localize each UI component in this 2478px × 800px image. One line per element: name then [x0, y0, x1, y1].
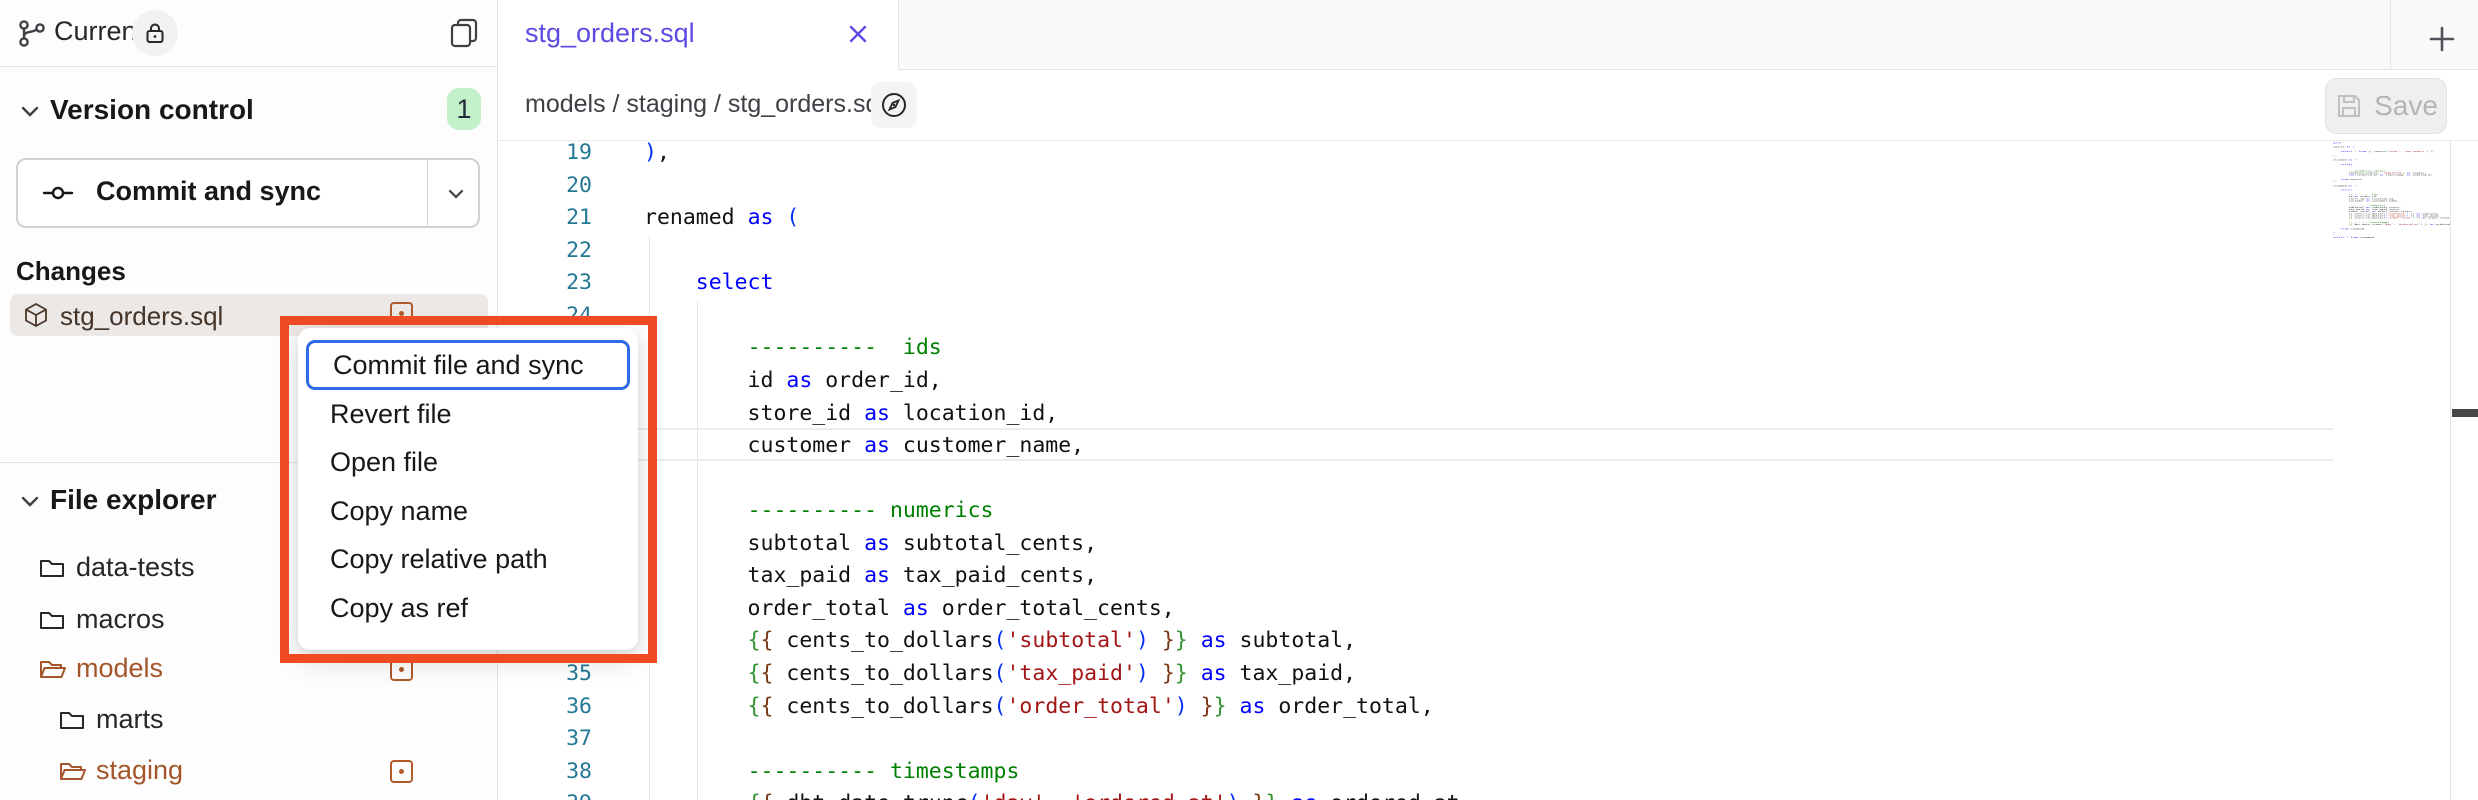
- code-line[interactable]: [644, 463, 1460, 496]
- modified-indicator-icon: [390, 302, 413, 325]
- code-line[interactable]: {{ dbt.date_trunc('day', 'ordered_at') }…: [644, 788, 1460, 800]
- menu-item-copy-name[interactable]: Copy name: [298, 487, 638, 536]
- commit-and-sync-label: Commit and sync: [96, 176, 321, 207]
- lock-icon: [143, 21, 167, 45]
- menu-item-revert-file[interactable]: Revert file: [298, 390, 638, 439]
- folder-icon: [58, 706, 86, 734]
- code-line[interactable]: ---------- timestamps: [644, 756, 1460, 789]
- explorer-item-models[interactable]: models: [0, 647, 497, 691]
- commit-options-chevron-icon[interactable]: [442, 182, 470, 206]
- explorer-item-staging[interactable]: staging: [0, 749, 497, 793]
- modified-indicator-icon: [390, 658, 413, 681]
- tab-title: stg_orders.sql: [525, 18, 695, 49]
- overview-ruler: [2450, 141, 2451, 800]
- code-line[interactable]: select: [644, 267, 1460, 300]
- model-cube-icon: [22, 301, 50, 329]
- explorer-item-label: data-tests: [76, 552, 195, 583]
- code-editor[interactable]: 1920212223242526272829303132333435363738…: [497, 141, 2478, 800]
- folder-icon: [38, 606, 66, 634]
- code-line[interactable]: [644, 235, 1460, 268]
- explorer-item-label: staging: [96, 755, 183, 786]
- overview-ruler-cursor-mark: [2452, 409, 2478, 417]
- code-line[interactable]: tax_paid as tax_paid_cents,: [644, 560, 1460, 593]
- code-line[interactable]: store_id as location_id,: [644, 398, 1460, 431]
- file-context-menu: Commit file and syncRevert fileOpen file…: [298, 328, 638, 650]
- code-line[interactable]: order_total as order_total_cents,: [644, 593, 1460, 626]
- save-button[interactable]: Save: [2325, 78, 2447, 134]
- save-icon: [2334, 91, 2364, 121]
- tab-bar-divider: [2390, 0, 2391, 70]
- file-explorer-title: File explorer: [50, 484, 217, 516]
- button-divider: [427, 160, 428, 226]
- branch-name[interactable]: Current: [54, 16, 144, 47]
- modified-indicator-icon: [390, 760, 413, 783]
- folder-open-icon: [58, 757, 86, 785]
- code-line[interactable]: ),: [644, 141, 1460, 170]
- code-content[interactable]: ), renamed as ( select ---------- ids id…: [644, 141, 1460, 800]
- folder-icon: [38, 554, 66, 582]
- commit-and-sync-button[interactable]: Commit and sync: [16, 158, 480, 228]
- branch-lock-badge: [132, 10, 178, 56]
- explorer-item-label: models: [76, 653, 163, 684]
- explorer-item-marts[interactable]: marts: [0, 698, 497, 742]
- code-line[interactable]: [644, 170, 1460, 203]
- save-label: Save: [2374, 90, 2438, 122]
- app-window: Current Version control 1: [0, 0, 2478, 800]
- commit-icon: [42, 178, 76, 208]
- git-branch-icon: [16, 17, 48, 49]
- code-line[interactable]: ---------- ids: [644, 332, 1460, 365]
- chevron-down-icon: [18, 99, 42, 123]
- menu-item-copy-relative-path[interactable]: Copy relative path: [298, 536, 638, 585]
- branch-bar: Current: [0, 0, 497, 67]
- code-line[interactable]: {{ cents_to_dollars('tax_paid') }} as ta…: [644, 658, 1460, 691]
- close-tab-icon[interactable]: [844, 20, 872, 48]
- lineage-button[interactable]: [871, 82, 917, 128]
- code-line[interactable]: {{ cents_to_dollars('order_total') }} as…: [644, 691, 1460, 724]
- explorer-item-label: macros: [76, 604, 165, 635]
- minimap[interactable]: with source as ( select * from {{ source…: [2333, 142, 2450, 622]
- changed-file-name: stg_orders.sql: [60, 301, 223, 332]
- breadcrumb: models / staging / stg_orders.sql: [525, 90, 885, 119]
- changes-count-badge: 1: [447, 88, 481, 130]
- menu-item-copy-as-ref[interactable]: Copy as ref: [298, 584, 638, 633]
- code-line[interactable]: customer as customer_name,: [644, 430, 1460, 463]
- code-line[interactable]: renamed as (: [644, 202, 1460, 235]
- changes-section-label: Changes: [16, 256, 126, 287]
- code-line[interactable]: [644, 300, 1460, 333]
- breadcrumb-bar: models / staging / stg_orders.sql Save: [497, 70, 2478, 141]
- tab-bar: stg_orders.sql: [497, 0, 2478, 70]
- chevron-down-icon: [18, 489, 42, 513]
- explorer-item-label: marts: [96, 704, 164, 735]
- code-line[interactable]: subtotal as subtotal_cents,: [644, 528, 1460, 561]
- code-line[interactable]: ---------- numerics: [644, 495, 1460, 528]
- code-line[interactable]: [644, 723, 1460, 756]
- code-line[interactable]: id as order_id,: [644, 365, 1460, 398]
- new-tab-plus-icon[interactable]: [2423, 20, 2461, 58]
- folder-open-icon: [38, 655, 66, 683]
- copy-branch-icon[interactable]: [446, 15, 482, 51]
- menu-item-commit-file-and-sync[interactable]: Commit file and sync: [306, 340, 630, 390]
- version-control-title: Version control: [50, 94, 254, 126]
- compass-icon: [878, 89, 910, 121]
- version-control-header[interactable]: Version control 1: [0, 88, 497, 132]
- code-line[interactable]: {{ cents_to_dollars('subtotal') }} as su…: [644, 625, 1460, 658]
- tab-stg-orders[interactable]: stg_orders.sql: [497, 0, 899, 70]
- menu-item-open-file[interactable]: Open file: [298, 439, 638, 488]
